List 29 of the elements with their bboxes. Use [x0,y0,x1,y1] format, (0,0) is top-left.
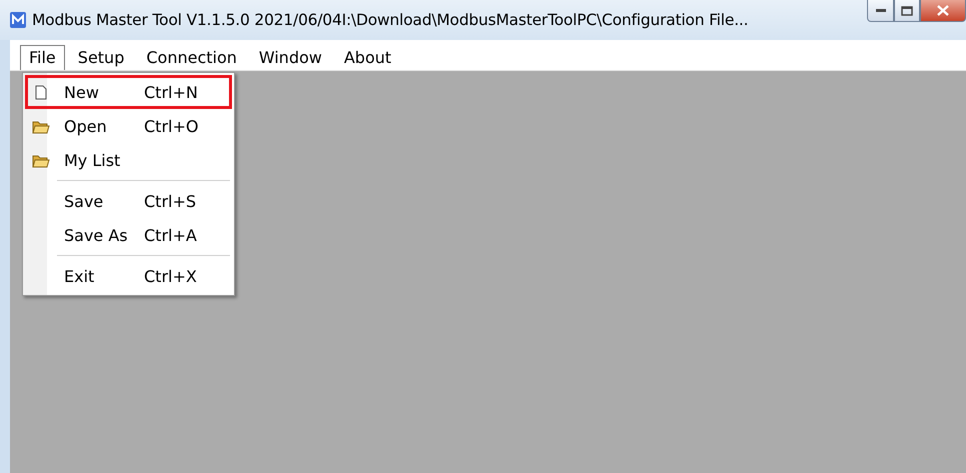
menu-item[interactable]: File [20,45,65,70]
shortcut-label: Ctrl+N [144,82,198,102]
menu-entry[interactable]: Save As Ctrl+A [25,218,232,252]
menu-entry[interactable]: My List [25,143,232,177]
menu-entry-label: Open [64,116,108,136]
maximize-button[interactable] [894,0,920,22]
close-icon [937,5,949,16]
app-icon [10,12,26,28]
minimize-icon [876,8,886,12]
menu-entry-label: Save As [64,226,129,244]
folder-icon [32,152,50,168]
shortcut-label: Ctrl+S [144,192,196,210]
menu-entry[interactable]: Exit Ctrl+X [25,259,232,293]
close-button[interactable] [920,0,966,22]
page-icon [35,84,47,100]
shortcut-label: Ctrl+O [144,116,198,136]
menu-entry-label: Exit [64,266,96,286]
menu-entry[interactable]: Open Ctrl+O [25,109,232,143]
window-title: Modbus Master Tool V1.1.5.0 2021/06/04I:\Download\ModbusMasterToolPC\Configuration File... [32,11,750,29]
shortcut-label: Ctrl+X [144,266,197,286]
menu-entry-label: My List [64,150,122,170]
menu-entry-label: Save [64,192,104,210]
menu-entry-label: New [64,82,100,102]
minimize-button[interactable] [867,0,894,22]
maximize-icon [901,6,913,16]
shortcut-label: Ctrl+A [144,226,197,244]
menu-entry[interactable]: Save Ctrl+S [25,184,232,218]
folder-icon [32,118,50,134]
menu-entry[interactable]: New Ctrl+N [25,75,232,109]
